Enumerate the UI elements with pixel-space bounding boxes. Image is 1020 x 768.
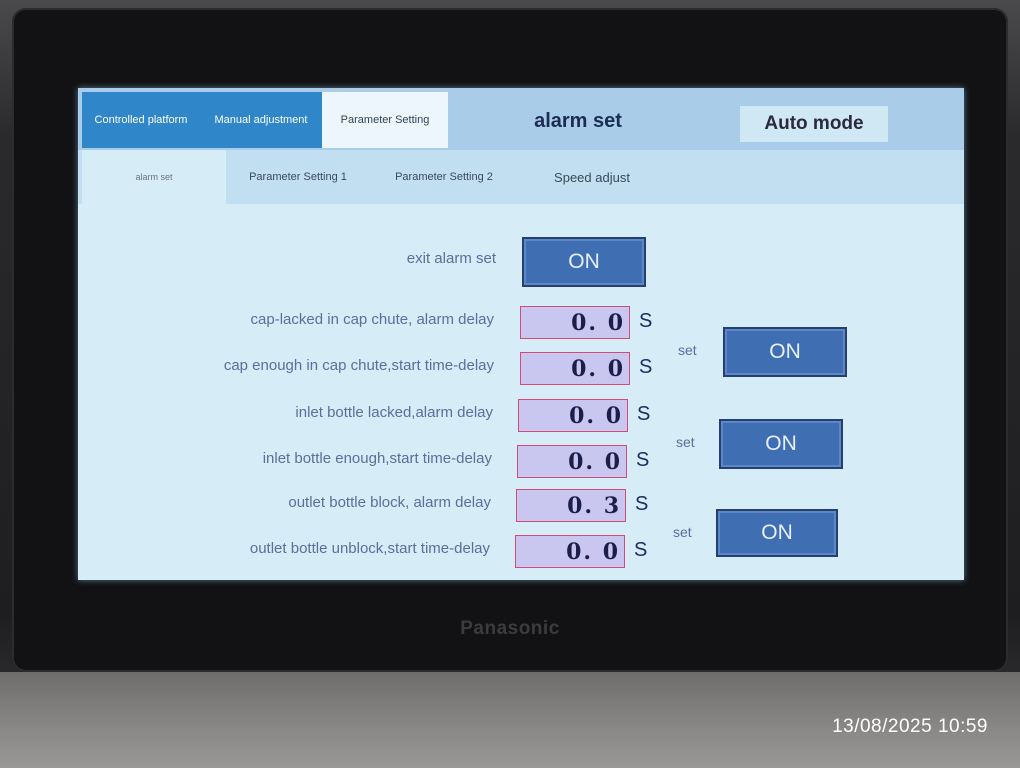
row-label: cap enough in cap chute,start time-delay (223, 357, 494, 374)
unit-label: S (639, 356, 653, 378)
exit-alarm-on-button[interactable]: ON (522, 237, 646, 287)
delay-value-input[interactable]: 0. 0 (518, 399, 628, 432)
exit-alarm-label: exit alarm set (406, 250, 496, 267)
unit-label: S (635, 493, 649, 515)
set-label: set (676, 434, 695, 450)
hmi-screen: Controlled platform Manual adjustment Pa… (78, 88, 964, 580)
unit-label: S (634, 539, 648, 561)
set-label: set (678, 342, 697, 358)
delay-value-input[interactable]: 0. 0 (515, 535, 625, 568)
auto-mode-button[interactable]: Auto mode (740, 106, 888, 142)
top-tab-bar: Controlled platform Manual adjustment Pa… (78, 88, 964, 150)
delay-value-input[interactable]: 0. 0 (520, 306, 630, 339)
delay-value-input[interactable]: 0. 0 (517, 445, 627, 478)
row-label: inlet bottle lacked,alarm delay (295, 404, 493, 421)
page-title: alarm set (534, 110, 622, 132)
row-label: inlet bottle enough,start time-delay (262, 450, 492, 467)
unit-label: S (637, 403, 651, 425)
delay-value-input[interactable]: 0. 3 (516, 489, 626, 522)
unit-label: S (636, 449, 650, 471)
brand-logo: Panasonic (460, 618, 560, 639)
tab-parameter-setting[interactable]: Parameter Setting (322, 92, 448, 148)
tab-controlled-platform[interactable]: Controlled platform (82, 92, 200, 148)
sub-tab-bar: alarm set Parameter Setting 1 Parameter … (78, 150, 964, 204)
delay-value-input[interactable]: 0. 0 (520, 352, 630, 385)
cap-alarm-on-button[interactable]: ON (723, 327, 847, 377)
subtab-parameter-setting-1[interactable]: Parameter Setting 1 (228, 150, 368, 204)
row-label: outlet bottle unblock,start time-delay (249, 540, 490, 557)
row-label: outlet bottle block, alarm delay (288, 494, 491, 511)
tab-manual-adjustment[interactable]: Manual adjustment (200, 92, 322, 148)
set-label: set (673, 524, 692, 540)
subtab-alarm-set[interactable]: alarm set (82, 150, 226, 204)
inlet-alarm-on-button[interactable]: ON (719, 419, 843, 469)
subtab-parameter-setting-2[interactable]: Parameter Setting 2 (374, 150, 514, 204)
outlet-alarm-on-button[interactable]: ON (716, 509, 838, 557)
photo-timestamp: 13/08/2025 10:59 (832, 716, 988, 737)
unit-label: S (639, 310, 653, 332)
subtab-speed-adjust[interactable]: Speed adjust (524, 150, 660, 204)
row-label: cap-lacked in cap chute, alarm delay (250, 311, 494, 328)
